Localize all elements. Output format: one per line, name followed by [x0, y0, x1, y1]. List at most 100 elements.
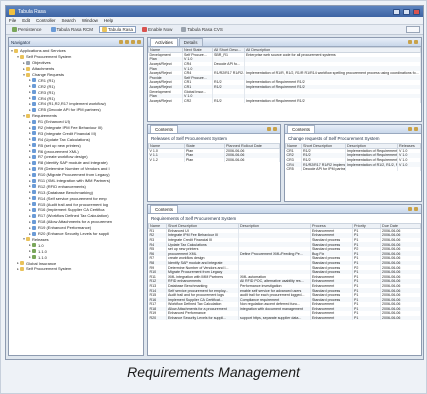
tree-item-label: CR4 (R1) — [38, 95, 55, 101]
navigator-view: Navigator ▾ Applications and Services ▾ Sel… — [8, 37, 144, 356]
tree-item-label: CR5 (Decode API for IPM partners) — [38, 107, 101, 113]
link-editor-icon[interactable] — [125, 40, 129, 44]
tree-item-label: R1 (Enhanced UI) — [38, 119, 71, 125]
requirement-icon — [32, 96, 36, 101]
toolbar-button-icon — [50, 27, 56, 32]
maximize-icon[interactable] — [403, 8, 410, 15]
toolbar-button-icon — [142, 27, 148, 32]
table-cell: R20 — [148, 315, 167, 321]
menu-item-help[interactable]: Help — [104, 18, 113, 23]
table-cell: R1/R2/R17 R1/R2... — [212, 70, 245, 76]
tree-item[interactable]: ▸ Self Procurement System — [9, 266, 143, 272]
column-header[interactable]: All Short Desc... — [212, 47, 245, 53]
tree-item-label: R19 (Enhanced Performance) — [38, 225, 92, 231]
window-title: Tabula Rasa — [18, 8, 46, 15]
tab-details[interactable]: Details — [178, 38, 203, 46]
requirement-icon — [32, 107, 36, 112]
tree-item-label: Objectives — [32, 60, 51, 66]
collapse-all-icon[interactable] — [119, 40, 123, 44]
table-cell: Decode API for IPM partners — [301, 166, 346, 172]
folder-icon — [26, 113, 30, 118]
toolbar-button-4[interactable]: Tabula Rasa CVS — [178, 26, 226, 33]
table-row[interactable]: CR2R1/2Implementation of Requirement R1/… — [285, 153, 421, 158]
pane-menu-icon[interactable] — [408, 40, 412, 44]
pane-menu-icon[interactable] — [408, 207, 412, 211]
table-cell: Define Procurement XML/Feeding Pe... — [238, 251, 311, 257]
view-menu-icon[interactable] — [131, 40, 135, 44]
requirement-icon — [32, 207, 36, 212]
folder-icon — [26, 66, 30, 71]
menu-item-search[interactable]: Search — [62, 18, 76, 23]
folder-icon — [20, 266, 24, 271]
toolbar-button-1[interactable]: Tabula Rasa RCM — [48, 26, 97, 33]
close-icon[interactable] — [413, 8, 420, 15]
minimize-icon[interactable] — [393, 8, 400, 15]
toolbar-button-2[interactable]: Tabula Rasa — [99, 26, 137, 33]
table-row[interactable]: R20 Enhance Security Levels for suppli...… — [148, 315, 421, 321]
table-row[interactable]: CR1R1/2Implementation of Requirement R1/… — [285, 148, 421, 154]
table-row[interactable]: V 1.2 Plan 2006-06-06 — [148, 157, 280, 163]
table-cell: R1/2 — [212, 98, 245, 104]
table-cell: enable self service for advanced users — [238, 288, 311, 293]
tab-change-requests-contents[interactable]: Contents — [287, 125, 316, 133]
navigator-header: Navigator — [9, 38, 143, 47]
menu-item-file[interactable]: File — [9, 18, 16, 23]
table-cell: Implementation of Requirement R1/2 — [345, 157, 398, 163]
table-header-row: Name Short Description Description Releases — [285, 143, 421, 149]
toolbar-button-label: Tabula Rasa — [108, 27, 134, 32]
objective-icon — [26, 60, 30, 65]
toolbar-button-3[interactable]: Enable Now — [139, 26, 175, 33]
pane-menu-icon[interactable] — [267, 127, 271, 131]
pane-maximize-icon[interactable] — [414, 40, 418, 44]
releases-pane: Contents Releases of Self Procurement Sy… — [147, 124, 281, 202]
requirement-icon — [32, 190, 36, 195]
tree-item-label: R20 (Enhance Security Levels for suppli — [38, 231, 110, 237]
tree-item-label: Attachments — [32, 66, 55, 72]
pane-maximize-icon[interactable] — [414, 207, 418, 211]
menu-item-window[interactable]: Window — [82, 18, 98, 23]
screenshot-frame: Tabula Rasa File Edit Controller Search Wind… — [0, 0, 427, 394]
tree-item-label: R8 (Identify SAP module and integrate) — [38, 160, 108, 166]
tab-activities[interactable]: Activities — [150, 38, 178, 46]
table-row[interactable]: CR5 Decode API for IPM partners — [285, 166, 421, 172]
tab-requirements-contents[interactable]: Contents — [150, 205, 179, 213]
tree-item-label: Global Insurance — [26, 260, 57, 266]
pane-menu-icon[interactable] — [408, 127, 412, 131]
toolbar-button-0[interactable]: Persistence — [9, 26, 45, 33]
requirements-title: Requirements of Self Procurement System — [151, 216, 237, 221]
table-cell: integration with document management — [238, 306, 311, 312]
tree-item-label: Change Requests — [32, 72, 65, 77]
table-cell: Implementation of Requirement R1/2 — [345, 148, 398, 154]
table-row[interactable]: CR4R1/R2/R17 R1/R2 implement workflowImp… — [285, 162, 421, 167]
tree-item-label: R9 (Determine Number of Vendors and I — [38, 166, 110, 172]
releases-table: Name State Planned Rollout Date V 1.0 Plan 2… — [148, 143, 280, 163]
table-cell: Implementation of R1/R, R1/2, R1/R R1/R1… — [244, 70, 421, 76]
table-row[interactable]: CR3R1/2Implementation of Requirement R1/… — [285, 157, 421, 163]
pane-maximize-icon[interactable] — [273, 127, 277, 131]
folder-icon — [20, 54, 24, 59]
tree-item-label: R12 (RFID enhancements) — [38, 183, 86, 189]
requirement-icon — [32, 184, 36, 189]
tree-item-label: R2 (Integrate IPM Fee Behaviour III) — [38, 125, 103, 131]
requirement-icon — [32, 154, 36, 159]
menu-item-edit[interactable]: Edit — [22, 18, 30, 23]
pane-maximize-icon[interactable] — [414, 127, 418, 131]
tree-item-label: CR4 (R1,R2,R17 implement workflow) — [38, 101, 106, 107]
tree-item-label: R11 (XML integration with IMM Partners) — [38, 178, 111, 184]
tab-releases-contents[interactable]: Contents — [150, 125, 179, 133]
tree-item-label: 1.1.0 — [38, 248, 47, 254]
tree-item-label: 1.1.0 — [38, 254, 47, 260]
table-cell: CR2 — [182, 98, 213, 104]
tree-item-label: R16 (Implement Supplier CA Certifica — [38, 207, 105, 213]
tree-item-label: CR2 (R1) — [38, 83, 55, 89]
menu-item-controller[interactable]: Controller — [36, 18, 56, 23]
table-cell: CR5 — [285, 166, 302, 172]
perspective-switcher[interactable] — [406, 26, 420, 33]
table-row[interactable]: Accept/Reject CR2 R1/2 Implementation of Re… — [148, 98, 421, 104]
tree-item-label: R5 (set up new printers) — [38, 142, 81, 148]
navigator-view-tools — [119, 40, 141, 44]
releases-tabs: Contents — [148, 125, 280, 134]
minimize-view-icon[interactable] — [137, 40, 141, 44]
table-row[interactable]: Accept/Reject CR4 R1/R2/R17 R1/R2... Implem… — [148, 70, 421, 76]
folder-icon — [20, 261, 24, 265]
